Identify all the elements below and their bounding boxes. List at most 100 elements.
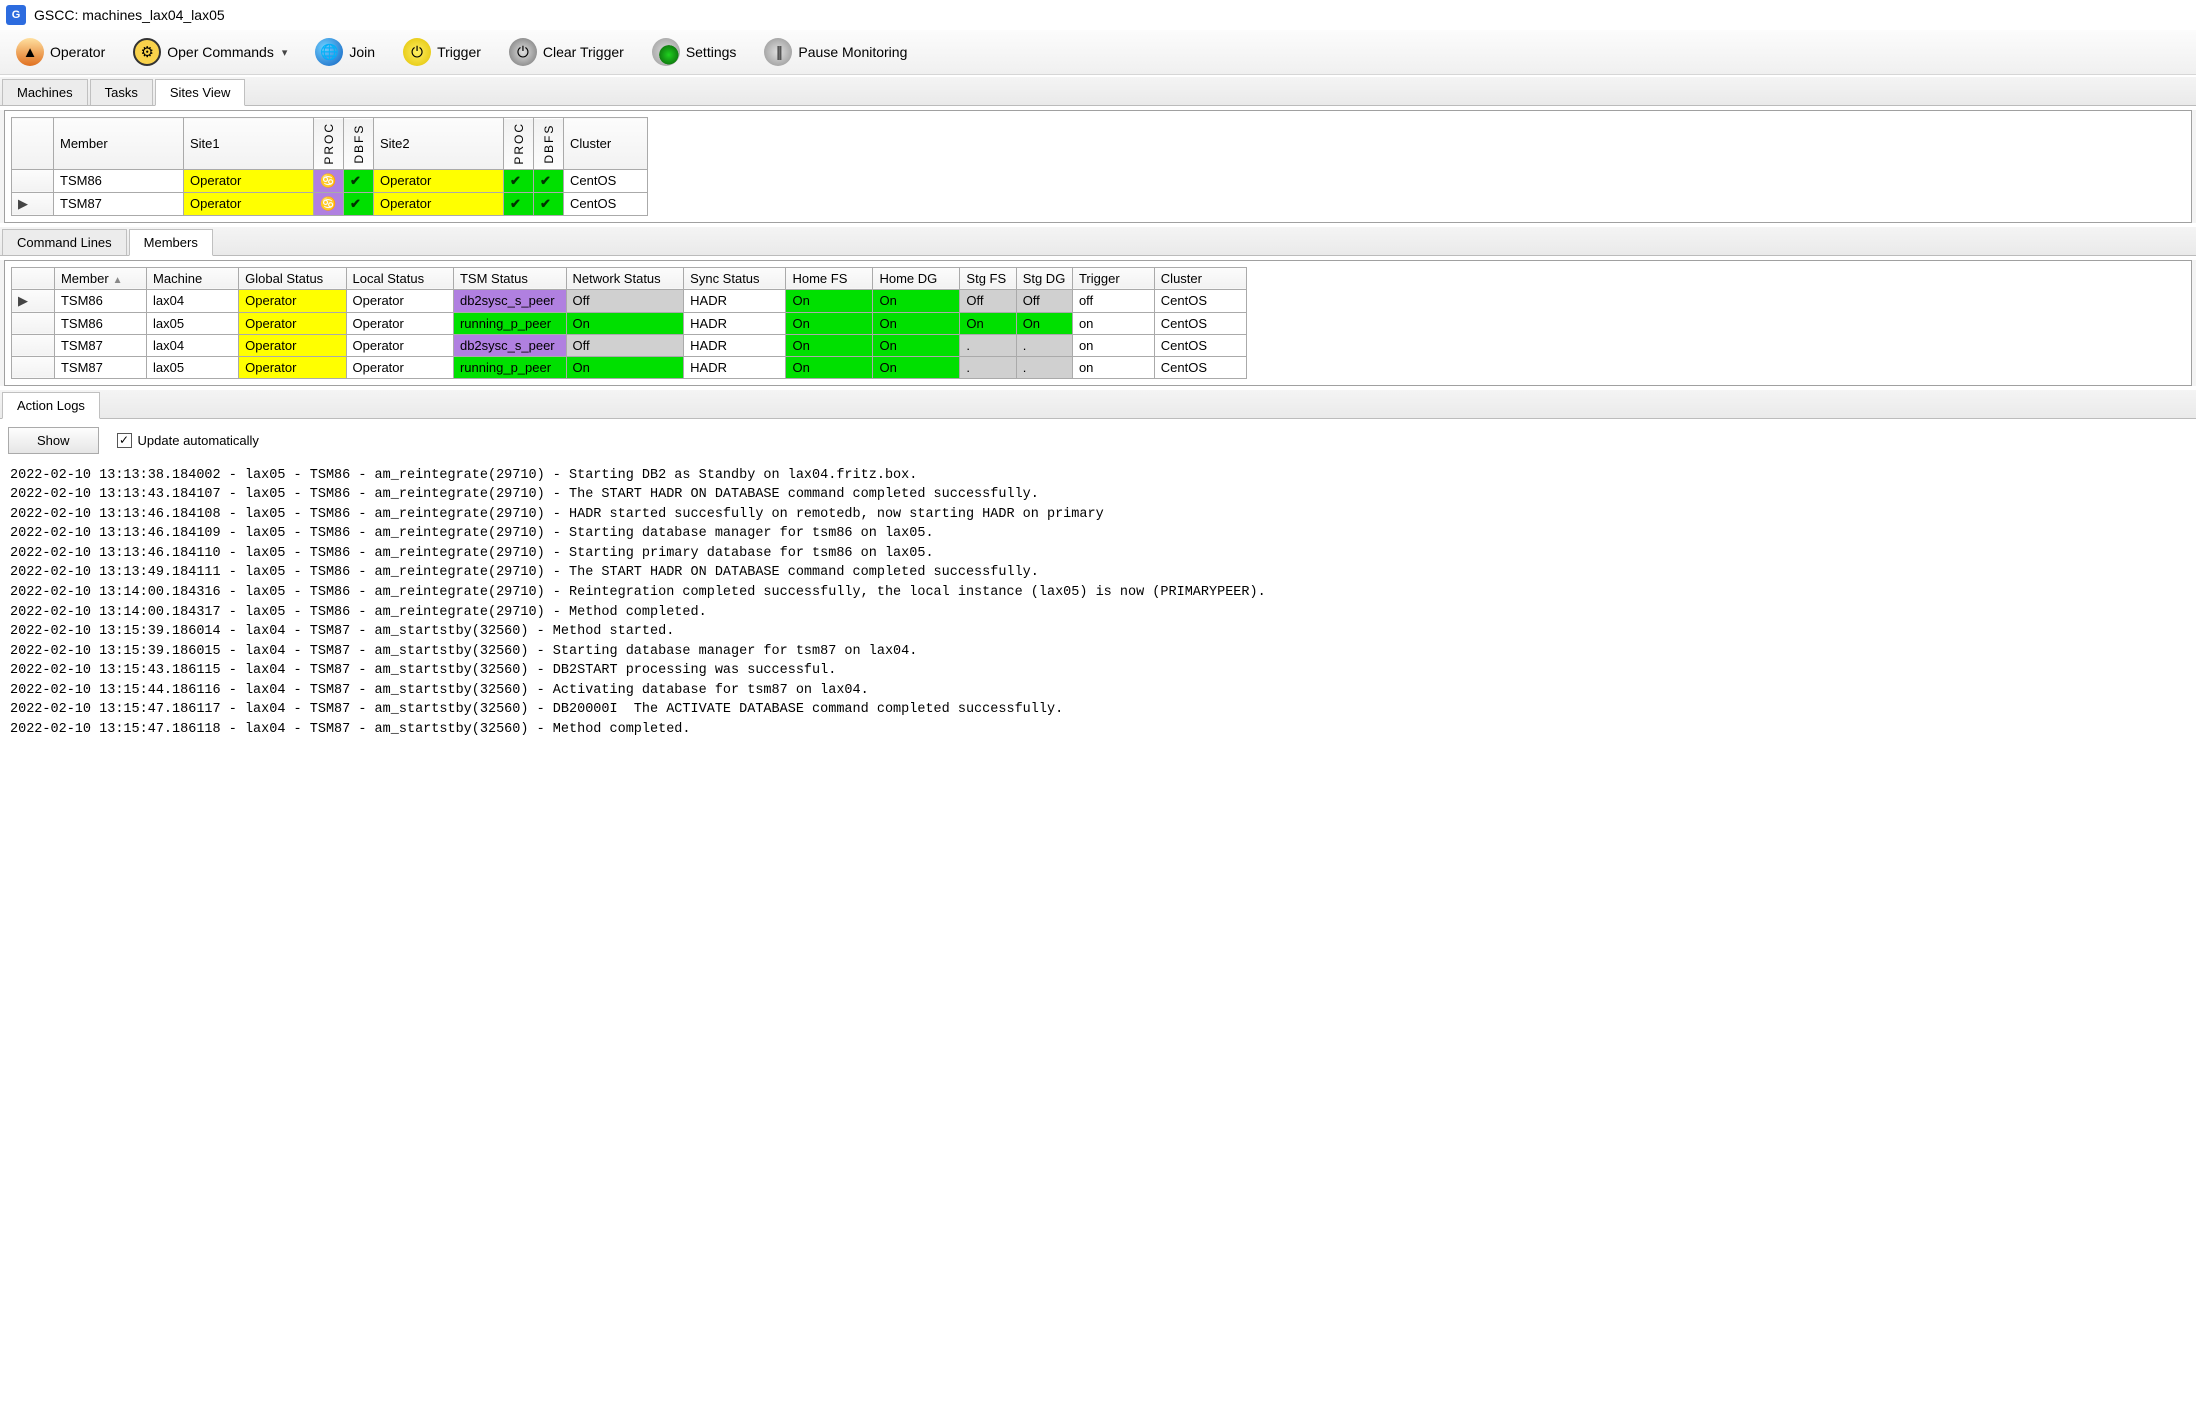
checkbox-icon: ✓ — [117, 433, 132, 448]
row-selector[interactable] — [12, 169, 54, 192]
cell-local-status: Operator — [346, 289, 453, 312]
cell-member: TSM87 — [54, 192, 184, 215]
logs-toolbar: Show ✓ Update automatically — [0, 419, 2196, 462]
table-row[interactable]: TSM86Operator♋✔Operator✔✔CentOS — [12, 169, 648, 192]
pause-monitoring-button[interactable]: || Pause Monitoring — [756, 34, 915, 70]
cell-tsm-status: running_p_peer — [453, 356, 566, 378]
operator-button[interactable]: ▲ Operator — [8, 34, 113, 70]
members-grid[interactable]: Member▲ Machine Global Status Local Stat… — [11, 267, 1247, 379]
members-panel: Member▲ Machine Global Status Local Stat… — [4, 260, 2192, 386]
clear-trigger-label: Clear Trigger — [543, 44, 624, 60]
cell-stg-fs: . — [960, 356, 1016, 378]
cell-member: TSM87 — [54, 334, 146, 356]
cell-tsm-status: db2sysc_s_peer — [453, 289, 566, 312]
oper-commands-button[interactable]: ⚙ Oper Commands ▾ — [125, 34, 295, 70]
col-cluster[interactable]: Cluster — [564, 118, 648, 170]
sites-grid[interactable]: Member Site1 PROC DBFS Site2 PROC DBFS C… — [11, 117, 648, 216]
cell-home-dg: On — [873, 356, 960, 378]
cell-stg-dg: On — [1016, 312, 1072, 334]
cell-tsm-status: db2sysc_s_peer — [453, 334, 566, 356]
tab-members[interactable]: Members — [129, 229, 213, 256]
cell-cluster: CentOS — [1154, 356, 1246, 378]
col-home-fs[interactable]: Home FS — [786, 267, 873, 289]
col-member[interactable]: Member▲ — [54, 267, 146, 289]
col-member[interactable]: Member — [54, 118, 184, 170]
cell-home-fs: On — [786, 334, 873, 356]
cell-machine: lax04 — [147, 334, 239, 356]
tab-action-logs[interactable]: Action Logs — [2, 392, 100, 419]
cell-local-status: Operator — [346, 356, 453, 378]
update-automatically-checkbox[interactable]: ✓ Update automatically — [117, 433, 259, 448]
col-dbfs2[interactable]: DBFS — [534, 118, 564, 170]
col-machine[interactable]: Machine — [147, 267, 239, 289]
tab-machines[interactable]: Machines — [2, 79, 88, 105]
settings-button[interactable]: Settings — [644, 34, 745, 70]
tab-command-lines[interactable]: Command Lines — [2, 229, 127, 255]
join-button[interactable]: 🌐 Join — [307, 34, 383, 70]
table-row[interactable]: TSM87lax05OperatorOperatorrunning_p_peer… — [12, 356, 1247, 378]
col-proc1[interactable]: PROC — [314, 118, 344, 170]
table-row[interactable]: TSM87lax04OperatorOperatordb2sysc_s_peer… — [12, 334, 1247, 356]
show-button[interactable]: Show — [8, 427, 99, 454]
table-row[interactable]: ▶TSM86lax04OperatorOperatordb2sysc_s_pee… — [12, 289, 1247, 312]
col-site2[interactable]: Site2 — [374, 118, 504, 170]
cell-stg-dg: . — [1016, 356, 1072, 378]
cell-stg-fs: Off — [960, 289, 1016, 312]
col-home-dg[interactable]: Home DG — [873, 267, 960, 289]
tab-sites-view[interactable]: Sites View — [155, 79, 245, 106]
col-global-status[interactable]: Global Status — [239, 267, 346, 289]
cell-stg-dg: . — [1016, 334, 1072, 356]
cell-proc1: ♋ — [314, 192, 344, 215]
cell-trigger: on — [1072, 356, 1154, 378]
row-selector[interactable]: ▶ — [12, 192, 54, 215]
row-selector[interactable]: ▶ — [12, 289, 55, 312]
row-selector-header — [12, 267, 55, 289]
row-selector[interactable] — [12, 312, 55, 334]
cell-cluster: CentOS — [1154, 334, 1246, 356]
cell-home-dg: On — [873, 289, 960, 312]
cell-home-dg: On — [873, 312, 960, 334]
cell-home-fs: On — [786, 312, 873, 334]
cell-dbfs1: ✔ — [344, 169, 374, 192]
col-member-label: Member — [61, 271, 109, 286]
table-row[interactable]: TSM86lax05OperatorOperatorrunning_p_peer… — [12, 312, 1247, 334]
cell-global-status: Operator — [239, 312, 346, 334]
titlebar: G GSCC: machines_lax04_lax05 — [0, 0, 2196, 30]
col-site1[interactable]: Site1 — [184, 118, 314, 170]
cell-local-status: Operator — [346, 334, 453, 356]
update-automatically-label: Update automatically — [138, 433, 259, 448]
col-trigger[interactable]: Trigger — [1072, 267, 1154, 289]
row-selector[interactable] — [12, 334, 55, 356]
col-proc2[interactable]: PROC — [504, 118, 534, 170]
col-cluster[interactable]: Cluster — [1154, 267, 1246, 289]
pause-label: Pause Monitoring — [798, 44, 907, 60]
pause-icon: || — [764, 38, 792, 66]
top-tabstrip: Machines Tasks Sites View — [0, 77, 2196, 106]
app-icon: G — [6, 5, 26, 25]
cell-machine: lax05 — [147, 356, 239, 378]
cell-tsm-status: running_p_peer — [453, 312, 566, 334]
cell-stg-fs: On — [960, 312, 1016, 334]
cell-stg-dg: Off — [1016, 289, 1072, 312]
log-output[interactable]: 2022-02-10 13:13:38.184002 - lax05 - TSM… — [0, 462, 2196, 744]
col-network-status[interactable]: Network Status — [566, 267, 684, 289]
cell-machine: lax05 — [147, 312, 239, 334]
col-dbfs1[interactable]: DBFS — [344, 118, 374, 170]
cell-home-dg: On — [873, 334, 960, 356]
tab-tasks[interactable]: Tasks — [90, 79, 153, 105]
col-local-status[interactable]: Local Status — [346, 267, 453, 289]
row-selector[interactable] — [12, 356, 55, 378]
col-stg-fs[interactable]: Stg FS — [960, 267, 1016, 289]
col-stg-dg[interactable]: Stg DG — [1016, 267, 1072, 289]
cell-dbfs1: ✔ — [344, 192, 374, 215]
col-sync-status[interactable]: Sync Status — [684, 267, 786, 289]
cell-site2: Operator — [374, 169, 504, 192]
cell-machine: lax04 — [147, 289, 239, 312]
trigger-button[interactable]: ⏻ Trigger — [395, 34, 489, 70]
oper-commands-label: Oper Commands — [167, 44, 274, 60]
col-tsm-status[interactable]: TSM Status — [453, 267, 566, 289]
table-row[interactable]: ▶TSM87Operator♋✔Operator✔✔CentOS — [12, 192, 648, 215]
commands-icon: ⚙ — [133, 38, 161, 66]
cell-network-status: Off — [566, 289, 684, 312]
clear-trigger-button[interactable]: ⏻ Clear Trigger — [501, 34, 632, 70]
